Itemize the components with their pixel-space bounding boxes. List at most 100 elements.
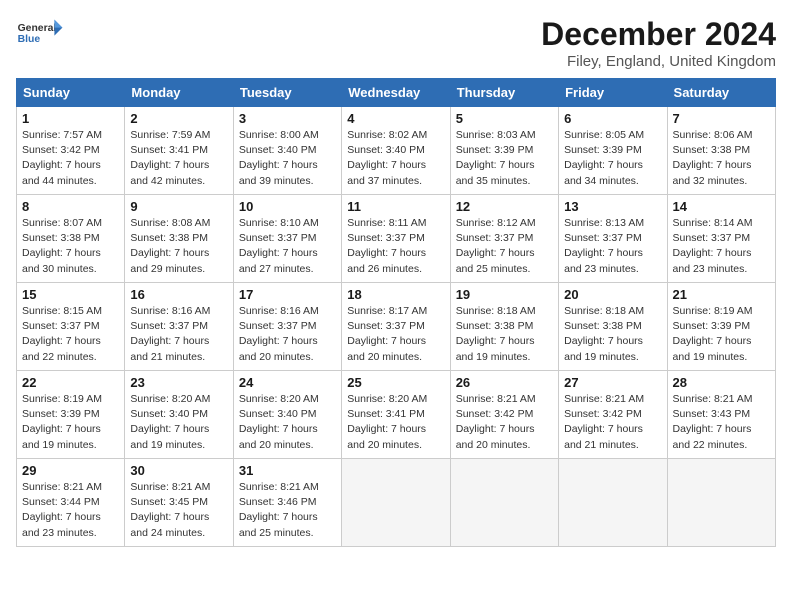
calendar-cell: 12Sunrise: 8:12 AMSunset: 3:37 PMDayligh…: [450, 195, 558, 283]
day-info: Sunrise: 8:14 AMSunset: 3:37 PMDaylight:…: [673, 216, 770, 277]
calendar-cell: 23 Sunrise: 8:20 AMSunset: 3:40 PMDayligh…: [125, 371, 233, 459]
day-number: 23: [130, 375, 227, 390]
calendar-cell: [667, 459, 775, 547]
day-info: Sunrise: 8:19 AMSunset: 3:39 PMDaylight:…: [673, 304, 770, 365]
day-info: Sunrise: 7:59 AMSunset: 3:41 PMDaylight:…: [130, 128, 227, 189]
calendar-cell: 31 Sunrise: 8:21 AMSunset: 3:46 PMDayligh…: [233, 459, 341, 547]
week-row-4: 22 Sunrise: 8:19 AMSunset: 3:39 PMDayligh…: [17, 371, 776, 459]
weekday-header-sunday: Sunday: [17, 79, 125, 107]
calendar-cell: 30 Sunrise: 8:21 AMSunset: 3:45 PMDayligh…: [125, 459, 233, 547]
week-row-2: 8Sunrise: 8:07 AMSunset: 3:38 PMDaylight…: [17, 195, 776, 283]
day-number: 18: [347, 287, 444, 302]
day-info: Sunrise: 8:18 AMSunset: 3:38 PMDaylight:…: [564, 304, 661, 365]
calendar-cell: 19Sunrise: 8:18 AMSunset: 3:38 PMDayligh…: [450, 283, 558, 371]
day-number: 2: [130, 111, 227, 126]
day-info: Sunrise: 8:20 AMSunset: 3:41 PMDaylight:…: [347, 392, 444, 453]
weekday-header-saturday: Saturday: [667, 79, 775, 107]
day-number: 22: [22, 375, 119, 390]
day-info: Sunrise: 8:00 AMSunset: 3:40 PMDaylight:…: [239, 128, 336, 189]
day-info: Sunrise: 8:12 AMSunset: 3:37 PMDaylight:…: [456, 216, 553, 277]
day-number: 20: [564, 287, 661, 302]
day-info: Sunrise: 8:21 AMSunset: 3:43 PMDaylight:…: [673, 392, 770, 453]
day-info: Sunrise: 8:08 AMSunset: 3:38 PMDaylight:…: [130, 216, 227, 277]
calendar-table: SundayMondayTuesdayWednesdayThursdayFrid…: [16, 78, 776, 547]
day-info: Sunrise: 8:06 AMSunset: 3:38 PMDaylight:…: [673, 128, 770, 189]
calendar-cell: [559, 459, 667, 547]
calendar-cell: 4 Sunrise: 8:02 AMSunset: 3:40 PMDaylight…: [342, 107, 450, 195]
day-number: 3: [239, 111, 336, 126]
day-number: 27: [564, 375, 661, 390]
calendar-cell: 13 Sunrise: 8:13 AMSunset: 3:37 PMDayligh…: [559, 195, 667, 283]
day-info: Sunrise: 8:21 AMSunset: 3:42 PMDaylight:…: [564, 392, 661, 453]
calendar-cell: 11Sunrise: 8:11 AMSunset: 3:37 PMDayligh…: [342, 195, 450, 283]
weekday-header-thursday: Thursday: [450, 79, 558, 107]
day-info: Sunrise: 8:10 AMSunset: 3:37 PMDaylight:…: [239, 216, 336, 277]
day-info: Sunrise: 8:19 AMSunset: 3:39 PMDaylight:…: [22, 392, 119, 453]
day-number: 31: [239, 463, 336, 478]
day-info: Sunrise: 8:02 AMSunset: 3:40 PMDaylight:…: [347, 128, 444, 189]
weekday-header-tuesday: Tuesday: [233, 79, 341, 107]
day-number: 17: [239, 287, 336, 302]
calendar-cell: 17 Sunrise: 8:16 AMSunset: 3:37 PMDayligh…: [233, 283, 341, 371]
day-info: Sunrise: 8:21 AMSunset: 3:45 PMDaylight:…: [130, 480, 227, 541]
day-info: Sunrise: 8:05 AMSunset: 3:39 PMDaylight:…: [564, 128, 661, 189]
calendar-cell: 1 Sunrise: 7:57 AMSunset: 3:42 PMDaylight…: [17, 107, 125, 195]
calendar-cell: 22 Sunrise: 8:19 AMSunset: 3:39 PMDayligh…: [17, 371, 125, 459]
day-info: Sunrise: 8:16 AMSunset: 3:37 PMDaylight:…: [130, 304, 227, 365]
weekday-header-friday: Friday: [559, 79, 667, 107]
day-number: 21: [673, 287, 770, 302]
weekday-header-row: SundayMondayTuesdayWednesdayThursdayFrid…: [17, 79, 776, 107]
day-number: 24: [239, 375, 336, 390]
day-number: 30: [130, 463, 227, 478]
calendar-cell: 27 Sunrise: 8:21 AMSunset: 3:42 PMDayligh…: [559, 371, 667, 459]
calendar-cell: 3 Sunrise: 8:00 AMSunset: 3:40 PMDaylight…: [233, 107, 341, 195]
calendar-cell: 16 Sunrise: 8:16 AMSunset: 3:37 PMDayligh…: [125, 283, 233, 371]
day-number: 13: [564, 199, 661, 214]
day-number: 1: [22, 111, 119, 126]
svg-text:General: General: [18, 23, 57, 34]
day-number: 10: [239, 199, 336, 214]
day-info: Sunrise: 8:20 AMSunset: 3:40 PMDaylight:…: [130, 392, 227, 453]
week-row-3: 15 Sunrise: 8:15 AMSunset: 3:37 PMDayligh…: [17, 283, 776, 371]
calendar-cell: 28Sunrise: 8:21 AMSunset: 3:43 PMDayligh…: [667, 371, 775, 459]
calendar-cell: 6 Sunrise: 8:05 AMSunset: 3:39 PMDaylight…: [559, 107, 667, 195]
day-info: Sunrise: 7:57 AMSunset: 3:42 PMDaylight:…: [22, 128, 119, 189]
logo-icon: General Blue: [16, 16, 64, 52]
day-info: Sunrise: 8:21 AMSunset: 3:46 PMDaylight:…: [239, 480, 336, 541]
calendar-cell: 18 Sunrise: 8:17 AMSunset: 3:37 PMDayligh…: [342, 283, 450, 371]
day-info: Sunrise: 8:03 AMSunset: 3:39 PMDaylight:…: [456, 128, 553, 189]
day-info: Sunrise: 8:20 AMSunset: 3:40 PMDaylight:…: [239, 392, 336, 453]
day-info: Sunrise: 8:16 AMSunset: 3:37 PMDaylight:…: [239, 304, 336, 365]
day-number: 7: [673, 111, 770, 126]
day-number: 25: [347, 375, 444, 390]
day-info: Sunrise: 8:21 AMSunset: 3:44 PMDaylight:…: [22, 480, 119, 541]
day-number: 29: [22, 463, 119, 478]
calendar-cell: [342, 459, 450, 547]
day-number: 4: [347, 111, 444, 126]
day-info: Sunrise: 8:15 AMSunset: 3:37 PMDaylight:…: [22, 304, 119, 365]
day-info: Sunrise: 8:21 AMSunset: 3:42 PMDaylight:…: [456, 392, 553, 453]
calendar-cell: 20 Sunrise: 8:18 AMSunset: 3:38 PMDayligh…: [559, 283, 667, 371]
day-info: Sunrise: 8:07 AMSunset: 3:38 PMDaylight:…: [22, 216, 119, 277]
calendar-cell: 26 Sunrise: 8:21 AMSunset: 3:42 PMDayligh…: [450, 371, 558, 459]
day-info: Sunrise: 8:17 AMSunset: 3:37 PMDaylight:…: [347, 304, 444, 365]
day-number: 26: [456, 375, 553, 390]
page-header: General Blue December 2024 Filey, Englan…: [16, 16, 776, 70]
calendar-cell: 5 Sunrise: 8:03 AMSunset: 3:39 PMDaylight…: [450, 107, 558, 195]
calendar-cell: 2 Sunrise: 7:59 AMSunset: 3:41 PMDaylight…: [125, 107, 233, 195]
weekday-header-wednesday: Wednesday: [342, 79, 450, 107]
calendar-cell: 8Sunrise: 8:07 AMSunset: 3:38 PMDaylight…: [17, 195, 125, 283]
title-block: December 2024 Filey, England, United Kin…: [541, 16, 776, 70]
day-number: 16: [130, 287, 227, 302]
week-row-5: 29 Sunrise: 8:21 AMSunset: 3:44 PMDayligh…: [17, 459, 776, 547]
day-number: 15: [22, 287, 119, 302]
calendar-cell: 7 Sunrise: 8:06 AMSunset: 3:38 PMDaylight…: [667, 107, 775, 195]
day-number: 5: [456, 111, 553, 126]
calendar-cell: 15 Sunrise: 8:15 AMSunset: 3:37 PMDayligh…: [17, 283, 125, 371]
day-number: 6: [564, 111, 661, 126]
calendar-cell: [450, 459, 558, 547]
weekday-header-monday: Monday: [125, 79, 233, 107]
day-info: Sunrise: 8:13 AMSunset: 3:37 PMDaylight:…: [564, 216, 661, 277]
day-number: 9: [130, 199, 227, 214]
day-number: 11: [347, 199, 444, 214]
